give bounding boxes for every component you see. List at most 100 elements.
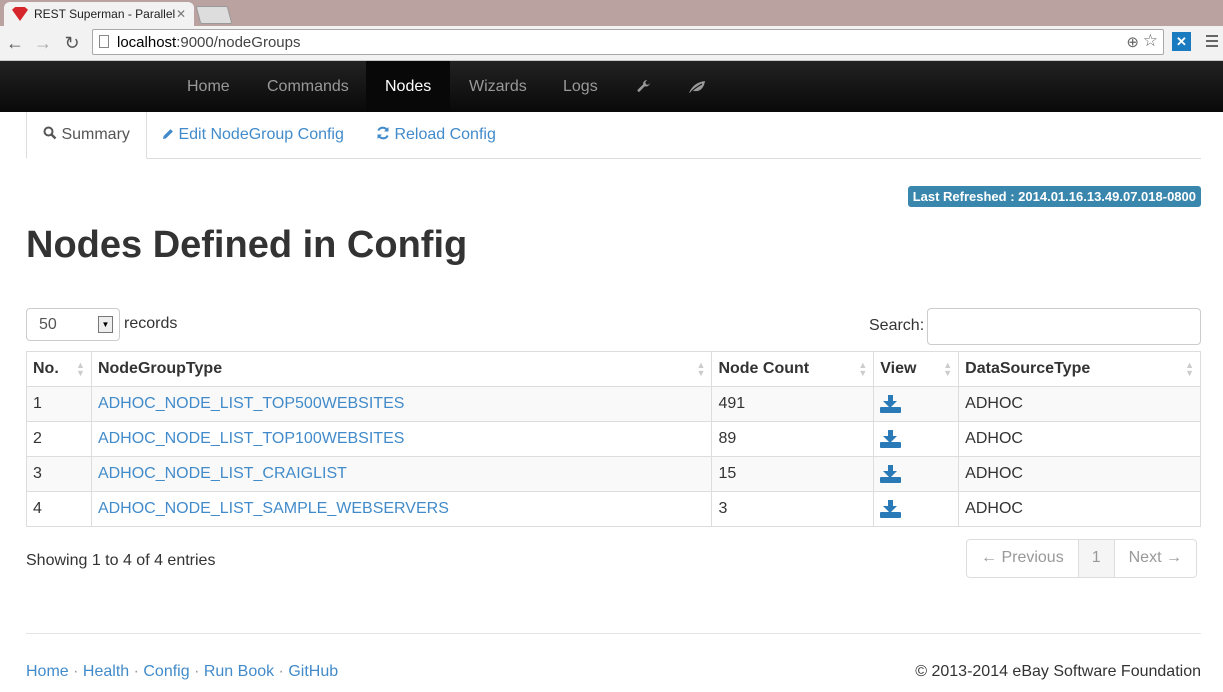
footer-link-config[interactable]: Config (143, 663, 189, 680)
nav-item-wizards[interactable]: Wizards (450, 61, 546, 112)
nodegroup-link[interactable]: ADHOC_NODE_LIST_TOP100WEBSITES (98, 430, 404, 447)
search-icon (43, 126, 57, 140)
pagination: ← Previous 1 Next → (966, 539, 1197, 578)
sort-icon: ▲ ▼ (1185, 360, 1194, 378)
cell-no: 1 (26, 386, 92, 422)
footer-divider (26, 633, 1201, 634)
sort-icon: ▲ ▼ (943, 360, 953, 378)
cell-datasourcetype: ADHOC (958, 386, 1201, 422)
download-icon[interactable] (880, 464, 902, 483)
nodegroups-table: No. ▲ ▼ NodeGroupType ▲ ▼ Node Count ▲ ▼ View ▲… (26, 351, 1201, 527)
cell-node-count: 15 (711, 456, 875, 492)
sort-icon: ▲ ▼ (696, 360, 706, 378)
page-1-button[interactable]: 1 (1077, 540, 1114, 577)
cell-datasourcetype: ADHOC (958, 456, 1201, 492)
previous-button[interactable]: ← Previous (967, 540, 1078, 577)
tab-summary[interactable]: Summary (26, 112, 147, 159)
superman-favicon-icon (12, 7, 28, 21)
column-header-node-count-label: Node Count (718, 360, 810, 377)
cell-no: 3 (26, 456, 92, 492)
footer-links: Home · Health · Config · Run Book · GitH… (26, 663, 339, 680)
dropdown-arrow-icon[interactable]: ▼ (98, 316, 113, 333)
new-tab-button[interactable] (195, 6, 233, 24)
cell-datasourcetype: ADHOC (958, 421, 1201, 457)
url-host: localhost (117, 34, 177, 51)
nodegroup-link[interactable]: ADHOC_NODE_LIST_TOP500WEBSITES (98, 395, 404, 412)
download-icon[interactable] (880, 394, 902, 413)
nav-item-nodes[interactable]: Nodes (366, 61, 451, 112)
browser-menu-icon[interactable] (1206, 35, 1218, 50)
page-subtabs: Summary Edit NodeGroup Config Reload Con… (26, 112, 1201, 159)
column-header-datasourcetype-label: DataSourceType (965, 360, 1091, 377)
footer-link-github[interactable]: GitHub (288, 663, 338, 680)
last-refreshed-badge: Last Refreshed : 2014.01.16.13.49.07.018… (907, 186, 1201, 207)
table-row: 2 ADHOC_NODE_LIST_TOP100WEBSITES 89 ADHO… (26, 421, 1201, 457)
cell-view (873, 386, 960, 422)
address-bar[interactable]: localhost:9000/nodeGroups ⊕ ☆ (92, 29, 1164, 55)
cell-no: 2 (26, 421, 92, 457)
browser-tab[interactable]: REST Superman - Parallel ✕ (4, 2, 194, 26)
nodegroup-link[interactable]: ADHOC_NODE_LIST_CRAIGLIST (98, 465, 347, 482)
browser-tab-title: REST Superman - Parallel (34, 7, 176, 21)
cell-node-count: 3 (711, 491, 875, 527)
cell-datasourcetype: ADHOC (958, 491, 1201, 527)
nav-item-logs[interactable]: Logs (544, 61, 617, 112)
address-url: localhost:9000/nodeGroups (117, 34, 300, 51)
download-icon[interactable] (880, 429, 902, 448)
cell-node-count: 491 (711, 386, 875, 422)
records-label: records (124, 315, 178, 332)
tab-reload-label: Reload Config (394, 126, 496, 143)
nav-item-commands[interactable]: Commands (248, 61, 368, 112)
cell-node-count: 89 (711, 421, 875, 457)
search-input[interactable] (927, 308, 1201, 345)
column-header-view-label: View (880, 360, 917, 377)
forward-icon[interactable]: → (32, 32, 54, 54)
column-header-nodegrouptype-label: NodeGroupType (97, 360, 223, 377)
extension-icon[interactable]: ✕ (1172, 32, 1191, 51)
cell-nodegrouptype: ADHOC_NODE_LIST_TOP500WEBSITES (90, 386, 713, 422)
tab-edit-nodegroup-config[interactable]: Edit NodeGroup Config (146, 112, 360, 157)
sort-icon: ▲ ▼ (76, 360, 85, 378)
nav-item-home[interactable]: Home (168, 61, 249, 112)
footer-link-health[interactable]: Health (83, 663, 129, 680)
download-icon[interactable] (880, 499, 902, 518)
cell-nodegrouptype: ADHOC_NODE_LIST_CRAIGLIST (90, 456, 713, 492)
back-icon[interactable]: ← (4, 32, 26, 54)
close-tab-icon[interactable]: ✕ (176, 7, 186, 21)
url-path: :9000/nodeGroups (176, 34, 301, 51)
page-icon (99, 35, 109, 48)
cell-view (873, 421, 960, 457)
cell-view (873, 456, 960, 492)
cell-nodegrouptype: ADHOC_NODE_LIST_SAMPLE_WEBSERVERS (90, 491, 713, 527)
footer-link-home[interactable]: Home (26, 663, 69, 680)
table-info: Showing 1 to 4 of 4 entries (26, 552, 216, 569)
records-per-page-select[interactable]: 50 ▼ (26, 308, 120, 341)
table-row: 4 ADHOC_NODE_LIST_SAMPLE_WEBSERVERS 3 AD… (26, 491, 1201, 527)
footer-link-run-book[interactable]: Run Book (204, 663, 274, 680)
browser-toolbar: ← → ↻ localhost:9000/nodeGroups ⊕ ☆ ✕ (0, 26, 1223, 61)
next-button[interactable]: Next → (1113, 540, 1196, 577)
reload-icon[interactable]: ↻ (61, 32, 83, 54)
leaf-icon[interactable] (669, 61, 725, 112)
wrench-icon[interactable] (617, 61, 671, 112)
cell-no: 4 (26, 491, 92, 527)
refresh-icon (377, 126, 389, 140)
tab-edit-label: Edit NodeGroup Config (178, 126, 344, 143)
sort-icon: ▲ ▼ (858, 360, 868, 378)
nodegroup-link[interactable]: ADHOC_NODE_LIST_SAMPLE_WEBSERVERS (98, 500, 449, 517)
tab-summary-label: Summary (61, 126, 130, 143)
copyright: © 2013-2014 eBay Software Foundation (915, 663, 1201, 680)
cell-view (873, 491, 960, 527)
tab-reload-config[interactable]: Reload Config (360, 112, 512, 157)
zoom-icon[interactable]: ⊕ (1126, 33, 1139, 51)
top-navbar: Home Commands Nodes Wizards Logs (0, 61, 1223, 112)
search-label: Search: (869, 317, 925, 334)
column-header-view[interactable]: View ▲ ▼ (873, 351, 960, 387)
records-per-page-value: 50 (39, 316, 57, 333)
bookmark-star-icon[interactable]: ☆ (1143, 31, 1158, 51)
column-header-nodegrouptype[interactable]: NodeGroupType ▲ ▼ (90, 351, 713, 387)
column-header-no[interactable]: No. ▲ ▼ (26, 351, 92, 387)
browser-tabstrip: REST Superman - Parallel ✕ (0, 0, 1223, 26)
column-header-node-count[interactable]: Node Count ▲ ▼ (711, 351, 875, 387)
column-header-datasourcetype[interactable]: DataSourceType ▲ ▼ (958, 351, 1201, 387)
